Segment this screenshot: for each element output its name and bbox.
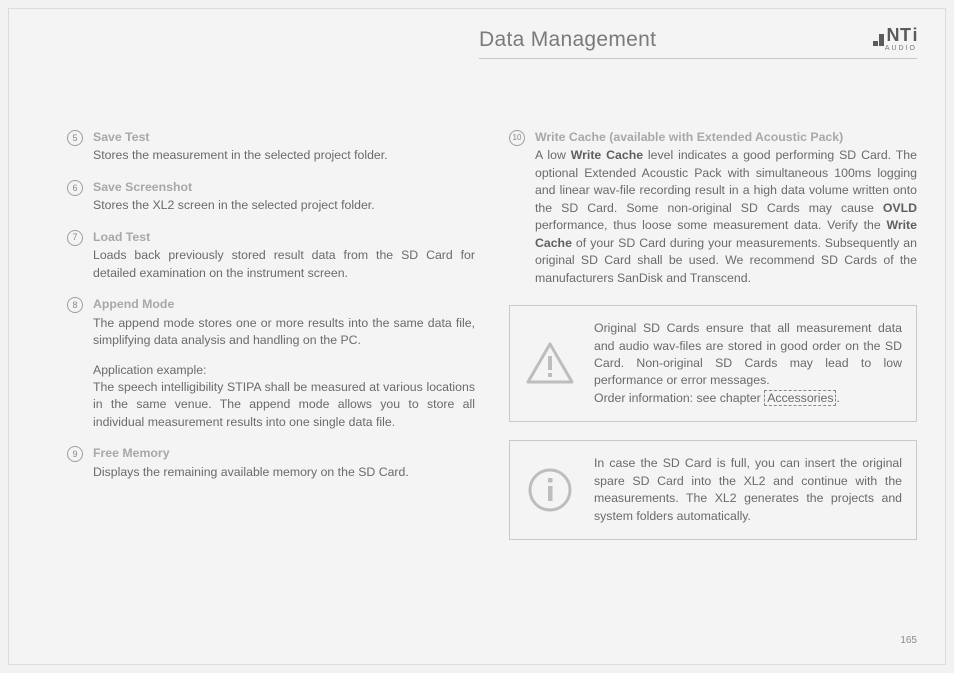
step-number-icon: 9: [67, 446, 83, 462]
page-number: 165: [900, 635, 917, 646]
page-header: Data Management N T i AUDIO: [479, 25, 917, 59]
list-item: 10 Write Cache (available with Extended …: [509, 129, 917, 287]
list-item: 5 Save Test Stores the measurement in th…: [67, 129, 475, 165]
item-heading: Write Cache (available with Extended Aco…: [535, 129, 917, 146]
logo-letter: N: [886, 25, 899, 46]
item-heading: Save Test: [93, 129, 388, 146]
step-number-icon: 7: [67, 230, 83, 246]
bold-text: Write Cache: [571, 148, 643, 162]
page-frame: Data Management N T i AUDIO 5 Save Test …: [8, 8, 946, 665]
text: of your SD Card during your measurements…: [535, 236, 917, 285]
step-number-icon: 5: [67, 130, 83, 146]
left-column: 5 Save Test Stores the measurement in th…: [67, 129, 475, 616]
step-number-icon: 10: [509, 130, 525, 146]
step-number-icon: 8: [67, 297, 83, 313]
info-box: In case the SD Card is full, you can ins…: [509, 440, 917, 540]
info-icon: [522, 455, 578, 525]
list-item: 6 Save Screenshot Stores the XL2 screen …: [67, 179, 475, 215]
list-item: 7 Load Test Loads back previously stored…: [67, 229, 475, 282]
right-column: 10 Write Cache (available with Extended …: [509, 129, 917, 616]
item-heading: Load Test: [93, 229, 475, 246]
warning-box: Original SD Cards ensure that all measur…: [509, 305, 917, 422]
logo-bar-icon: [873, 41, 878, 46]
logo-letter: T: [900, 25, 911, 46]
content-columns: 5 Save Test Stores the measurement in th…: [67, 129, 917, 616]
item-body: Loads back previously stored result data…: [93, 247, 475, 282]
brand-logo: N T i AUDIO: [873, 25, 917, 52]
logo-bar-icon: [879, 34, 884, 46]
warning-text: Original SD Cards ensure that all measur…: [594, 320, 902, 407]
item-heading: Save Screenshot: [93, 179, 375, 196]
warning-icon: [522, 320, 578, 407]
list-item: 9 Free Memory Displays the remaining ava…: [67, 445, 475, 481]
example-body: The speech intelligibility STIPA shall b…: [93, 379, 475, 431]
step-number-icon: 6: [67, 180, 83, 196]
text: Order information: see chapter: [594, 391, 764, 405]
item-heading: Append Mode: [93, 296, 475, 313]
item-body: A low Write Cache level indicates a good…: [535, 147, 917, 287]
page-title: Data Management: [479, 28, 656, 52]
logo-letter: i: [912, 25, 917, 46]
item-body: Stores the measurement in the selected p…: [93, 147, 388, 164]
link-reference[interactable]: Accessories: [764, 390, 836, 406]
text: Original SD Cards ensure that all measur…: [594, 321, 902, 387]
text: A low: [535, 148, 571, 162]
item-body: Displays the remaining available memory …: [93, 464, 409, 481]
text: performance, thus loose some measurement…: [535, 218, 886, 232]
example-heading: Application example:: [93, 362, 475, 379]
item-body: The append mode stores one or more resul…: [93, 315, 475, 350]
brand-sub: AUDIO: [885, 45, 917, 52]
item-heading: Free Memory: [93, 445, 409, 462]
bold-text: OVLD: [883, 201, 917, 215]
list-item: 8 Append Mode The append mode stores one…: [67, 296, 475, 431]
info-text: In case the SD Card is full, you can ins…: [594, 455, 902, 525]
item-body: Stores the XL2 screen in the selected pr…: [93, 197, 375, 214]
